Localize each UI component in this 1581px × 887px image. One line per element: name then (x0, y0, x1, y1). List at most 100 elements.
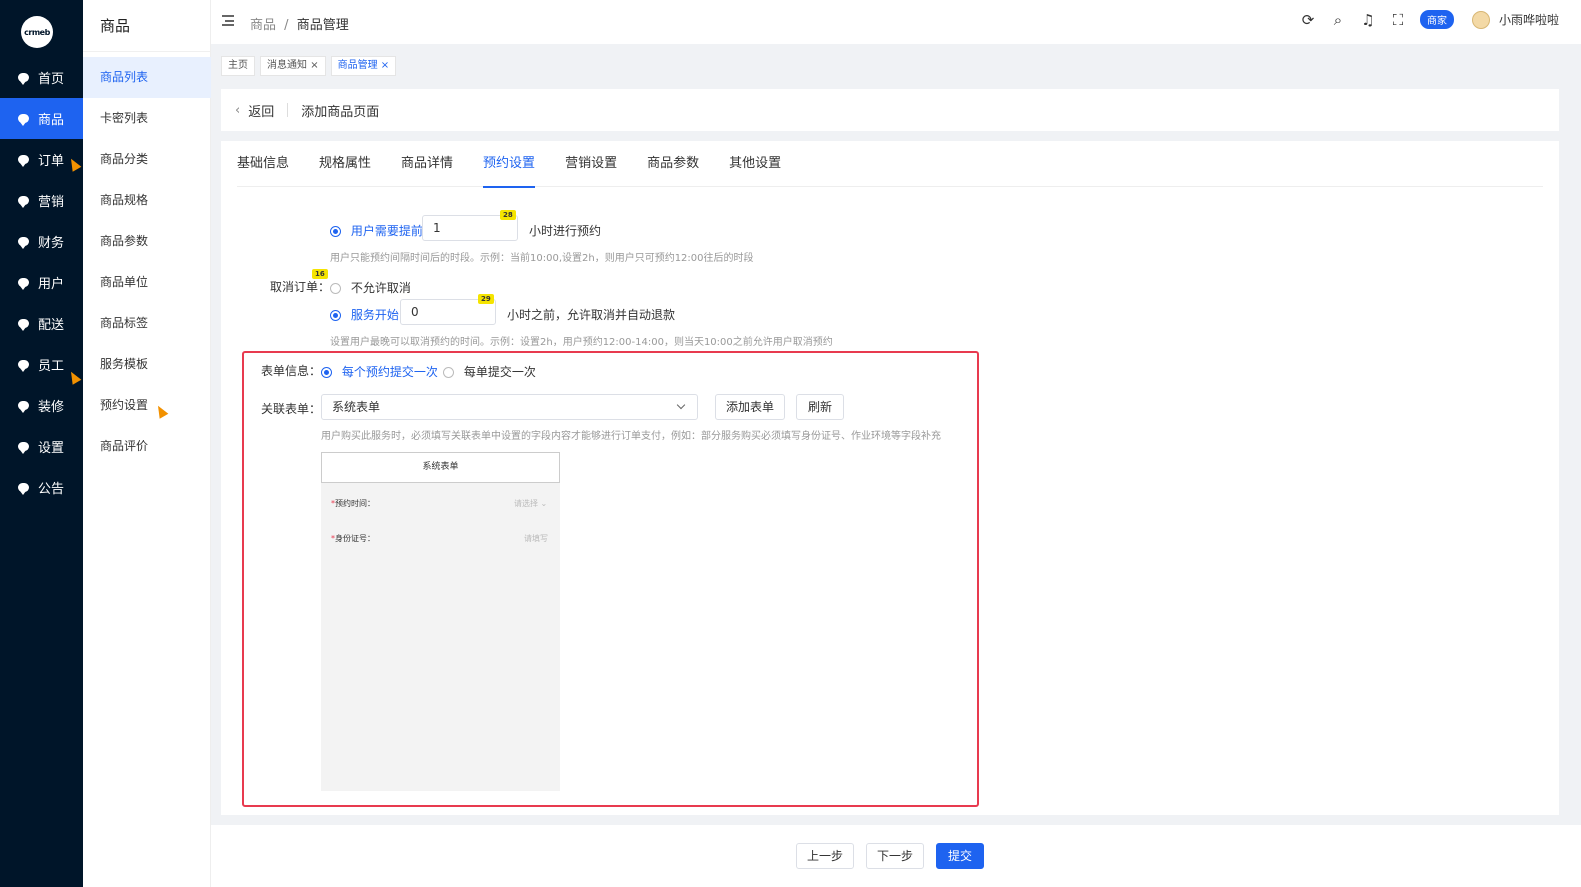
nav-item-settings[interactable]: 设置 (0, 426, 83, 467)
username[interactable]: 小雨哗啦啦 (1499, 11, 1559, 28)
advance-suffix: 小时进行预约 (529, 224, 602, 238)
submenu-item-booking-settings[interactable]: 预约设置 (83, 385, 211, 426)
tag-notifications[interactable]: 消息通知 × (260, 56, 326, 76)
tab-product-detail[interactable]: 商品详情 (401, 141, 453, 187)
secondary-menu: 商品 商品列表 卡密列表 商品分类 商品规格 商品参数 商品单位 商品标签 服务… (83, 0, 211, 887)
main-card: 基础信息 规格属性 商品详情 预约设置 营销设置 商品参数 其他设置 用户需要提… (221, 141, 1559, 815)
preview-field-label: 身份证号： (335, 534, 375, 543)
linked-form-select[interactable]: 系统表单 (321, 394, 698, 420)
cancel-suffix: 小时之前，允许取消并自动退款 (507, 308, 676, 322)
nav-label: 配送 (38, 318, 65, 333)
submenu-item-service-template[interactable]: 服务模板 (83, 344, 211, 385)
radio-checked[interactable] (330, 226, 341, 237)
nav-label: 财务 (38, 236, 65, 251)
submenu-item-product-list[interactable]: 商品列表 (83, 57, 211, 98)
app-root: crmeb 首页 商品 订单 营销 财务 用户 配送 员工 装修 设置 公告 商… (0, 0, 1581, 887)
chat-icon (18, 442, 29, 454)
nav-item-delivery[interactable]: 配送 (0, 303, 83, 344)
linked-form-note: 用户购买此服务时，必须填写关联表单中设置的字段内容才能够进行订单支付，例如：部分… (321, 431, 941, 442)
nav-label: 用户 (38, 277, 65, 292)
close-icon[interactable]: × (310, 60, 318, 71)
cancel-option-disallow[interactable]: 不允许取消 (330, 279, 411, 296)
preview-placeholder: 请填写 (524, 534, 548, 543)
chat-icon (18, 114, 29, 126)
back-link[interactable]: 返回 (248, 101, 274, 120)
chevron-down-icon (676, 400, 686, 410)
submenu-item-params[interactable]: 商品参数 (83, 221, 211, 262)
tag-home[interactable]: 主页 (221, 56, 255, 76)
logo[interactable]: crmeb (21, 16, 53, 48)
radio-checked[interactable] (321, 367, 332, 378)
radio-unchecked[interactable] (443, 367, 454, 378)
nav-item-marketing[interactable]: 营销 (0, 180, 83, 221)
nav-item-product[interactable]: 商品 (0, 98, 83, 139)
submit-button[interactable]: 提交 (936, 843, 984, 869)
bell-icon[interactable]: ♫ (1360, 12, 1376, 28)
fullscreen-icon[interactable]: ⛶ (1390, 12, 1406, 28)
form-info-label: 表单信息： (261, 364, 322, 378)
tab-marketing-settings[interactable]: 营销设置 (565, 141, 617, 187)
tab-other-settings[interactable]: 其他设置 (729, 141, 781, 187)
nav-item-notice[interactable]: 公告 (0, 467, 83, 508)
submenu-item-card-list[interactable]: 卡密列表 (83, 98, 211, 139)
chat-icon (18, 401, 29, 413)
submenu-item-tags[interactable]: 商品标签 (83, 303, 211, 344)
chat-icon (18, 360, 29, 372)
form-preview: 系统表单 *预约时间： 请选择 ⌄ *身份证号： 请填写 (321, 452, 560, 791)
tab-spec-attributes[interactable]: 规格属性 (319, 141, 371, 187)
linked-form-selected: 系统表单 (332, 400, 381, 414)
menu-fold-icon[interactable] (222, 15, 234, 26)
nav-item-decoration[interactable]: 装修 (0, 385, 83, 426)
breadcrumb-current: 商品管理 (296, 18, 349, 33)
chevron-left-icon[interactable]: ‹ (235, 103, 240, 118)
refresh-icon[interactable]: ⟳ (1300, 12, 1316, 28)
preview-field-booking-time: *预约时间： (331, 499, 375, 508)
submenu-item-spec[interactable]: 商品规格 (83, 180, 211, 221)
form-tabs: 基础信息 规格属性 商品详情 预约设置 营销设置 商品参数 其他设置 (237, 141, 1543, 188)
linked-form-label: 关联表单： (261, 402, 322, 416)
nav-label: 订单 (38, 154, 65, 169)
nav-item-home[interactable]: 首页 (0, 57, 83, 98)
submenu-item-reviews[interactable]: 商品评价 (83, 426, 211, 467)
nav-label: 商品 (38, 113, 65, 128)
tab-basic-info[interactable]: 基础信息 (237, 141, 289, 187)
avatar[interactable] (1471, 10, 1490, 29)
radio-unchecked[interactable] (330, 283, 341, 294)
tab-product-params[interactable]: 商品参数 (647, 141, 699, 187)
form-info-option-each[interactable]: 每个预约提交一次 (321, 363, 438, 380)
chevron-down-icon: ⌄ (540, 499, 548, 508)
advance-option-label: 用户需要提前 (350, 224, 423, 238)
advance-option[interactable]: 用户需要提前 (330, 222, 423, 239)
breadcrumb-root[interactable]: 商品 (250, 18, 276, 33)
divider (287, 103, 289, 117)
tag-product-management[interactable]: 商品管理 × (330, 56, 397, 76)
close-icon[interactable]: × (381, 60, 389, 71)
refresh-button[interactable]: 刷新 (796, 394, 844, 420)
next-step-button[interactable]: 下一步 (866, 843, 924, 869)
radio-checked[interactable] (330, 310, 341, 321)
add-form-button[interactable]: 添加表单 (715, 394, 785, 420)
preview-field-label: 预约时间： (335, 499, 375, 508)
nav-label: 营销 (38, 195, 65, 210)
tags-view: 主页 消息通知 × 商品管理 × (221, 56, 401, 76)
tab-booking-settings[interactable]: 预约设置 (483, 141, 536, 188)
submenu-item-unit[interactable]: 商品单位 (83, 262, 211, 303)
page-header: ‹ 返回 添加商品页面 (221, 89, 1559, 131)
search-icon[interactable]: ⌕ (1330, 12, 1346, 28)
prev-step-button[interactable]: 上一步 (796, 843, 854, 869)
chat-icon (18, 155, 29, 167)
preview-placeholder: 请选择 ⌄ (514, 498, 547, 509)
form-info-option-single[interactable]: 每单提交一次 (443, 363, 536, 380)
annotation-marker: 28 (500, 210, 516, 220)
tag-label: 商品管理 (337, 60, 378, 71)
submenu-item-category[interactable]: 商品分类 (83, 139, 211, 180)
cancel-option-disallow-label: 不允许取消 (350, 281, 411, 295)
form-info-option-each-label: 每个预约提交一次 (341, 365, 438, 379)
nav-item-finance[interactable]: 财务 (0, 221, 83, 262)
chat-icon (18, 483, 29, 495)
cancel-order-label: 取消订单： (270, 280, 331, 294)
nav-item-user[interactable]: 用户 (0, 262, 83, 303)
cancel-option-service-start[interactable]: 服务开始 (330, 306, 399, 323)
breadcrumb: 商品 / 商品管理 (250, 14, 349, 33)
header-actions: ⟳ ⌕ ♫ ⛶ 商家 小雨哗啦啦 (1300, 10, 1581, 29)
